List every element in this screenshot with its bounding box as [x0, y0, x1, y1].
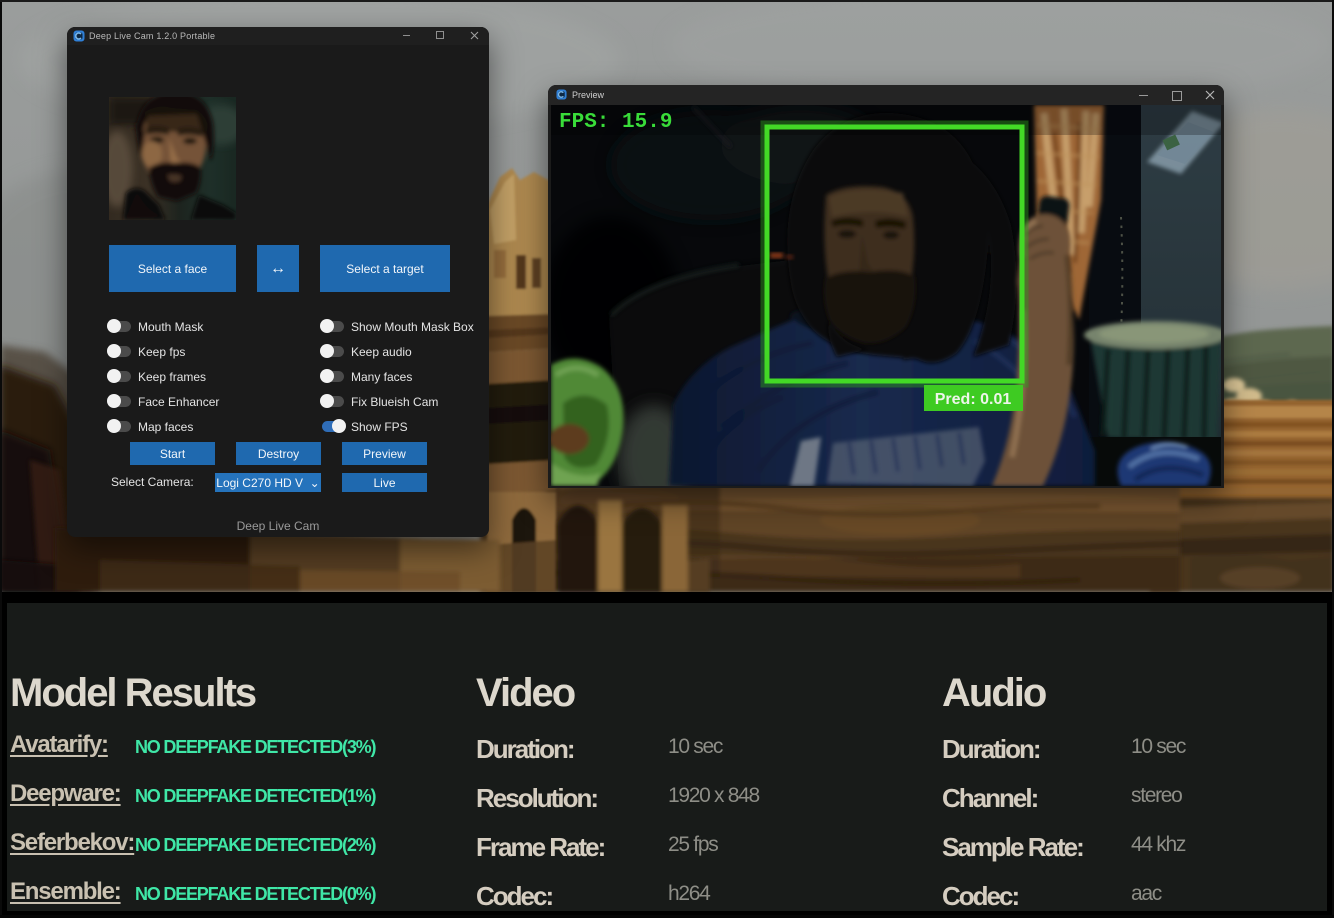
svg-text:FPS: 15.9: FPS: 15.9 [559, 111, 672, 134]
svg-text:Pred: 0.01: Pred: 0.01 [935, 391, 1012, 408]
